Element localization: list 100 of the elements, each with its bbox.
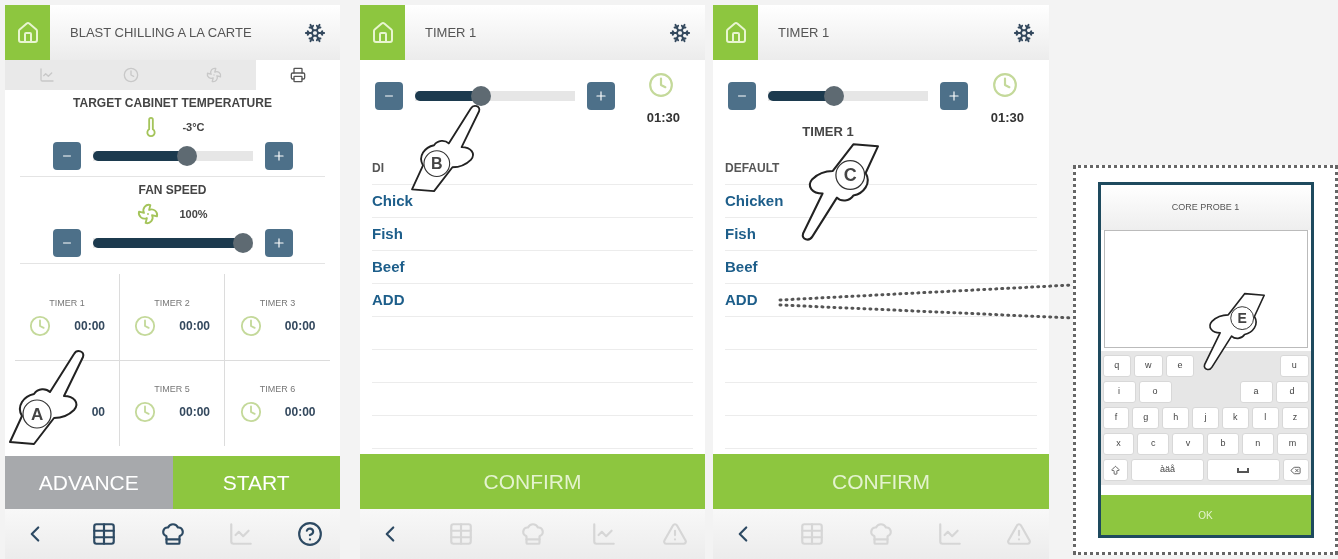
screen-title: TIMER 1: [778, 23, 831, 42]
list-heading: DEFAULT: [725, 160, 780, 177]
keyboard-key[interactable]: o: [1138, 381, 1172, 403]
keyboard-key[interactable]: v: [1172, 433, 1204, 455]
plus-button[interactable]: [940, 82, 968, 110]
backspace-icon: [1290, 464, 1302, 476]
list-heading: DI: [372, 160, 384, 177]
keyboard-key[interactable]: e: [1165, 355, 1195, 377]
warning-icon: [662, 521, 688, 547]
list-item[interactable]: Fish: [372, 222, 403, 246]
chef-hat-icon: [159, 521, 186, 547]
slider-thumb[interactable]: [176, 146, 197, 166]
snowflake-icon: [1013, 21, 1035, 44]
keyboard-key[interactable]: c: [1137, 433, 1170, 455]
list-item[interactable]: ADD: [725, 288, 758, 312]
list-item[interactable]: Fish: [725, 222, 756, 246]
list-item[interactable]: Beef: [372, 255, 405, 279]
chef-hat-icon: [519, 521, 546, 547]
plus-button[interactable]: [264, 142, 293, 170]
setting-reading: -3°C: [182, 119, 205, 135]
minus-button[interactable]: [375, 82, 403, 110]
timer-label: TIMER 1: [49, 296, 85, 309]
keyboard-key[interactable]: àäå: [1131, 459, 1204, 481]
keyboard-key[interactable]: x: [1102, 433, 1135, 455]
clock-icon: [134, 314, 156, 337]
keyboard-key[interactable]: g: [1132, 407, 1160, 429]
keyboard-key[interactable]: z: [1281, 407, 1309, 429]
home-button[interactable]: [360, 5, 405, 60]
home-button[interactable]: [713, 5, 758, 60]
home-icon: [723, 20, 748, 45]
plus-icon: [947, 89, 961, 103]
plus-button[interactable]: [587, 82, 615, 110]
section-title: FAN SPEED: [138, 182, 207, 199]
callout-letter: E: [1237, 311, 1247, 326]
slider-thumb[interactable]: [471, 86, 491, 106]
keyboard-key[interactable]: n: [1241, 433, 1274, 455]
plus-icon: [594, 89, 608, 103]
clock-icon: [992, 72, 1018, 98]
table-icon: [448, 521, 475, 547]
keyboard-key[interactable]: q: [1102, 355, 1132, 377]
list-item[interactable]: Chick: [372, 189, 413, 213]
table-icon: [90, 521, 117, 547]
space-bar-icon: [1237, 467, 1250, 473]
list-item[interactable]: Chicken: [725, 189, 784, 213]
clock-icon: [648, 72, 674, 98]
callout-letter: B: [431, 155, 443, 172]
minus-button[interactable]: [52, 229, 81, 257]
list-item[interactable]: Beef: [725, 255, 758, 279]
plus-icon: [271, 236, 286, 250]
timer-value: 00:00: [73, 317, 105, 335]
timer-value: 00:00: [283, 404, 316, 422]
dialog-title: CORE PROBE 1: [1171, 200, 1240, 214]
keyboard-key[interactable]: i: [1102, 381, 1136, 403]
keyboard-key[interactable]: f: [1102, 407, 1130, 429]
clock-icon: [122, 67, 139, 83]
home-button[interactable]: [5, 5, 50, 60]
snowflake-icon: [669, 21, 691, 44]
keyboard-key[interactable]: u: [1279, 355, 1309, 377]
keyboard-key[interactable]: b: [1207, 433, 1239, 455]
slider-thumb[interactable]: [232, 233, 253, 253]
fan-icon: [137, 203, 160, 225]
timer-label: TIMER 6: [259, 383, 296, 396]
keyboard-key[interactable]: k: [1221, 407, 1249, 429]
clock-icon: [239, 314, 262, 337]
plus-icon: [271, 149, 286, 163]
text-input-field[interactable]: [1103, 230, 1308, 288]
callout-letter: A: [30, 405, 44, 423]
timer-label: TIMER 2: [154, 296, 190, 309]
warning-icon: [1006, 521, 1032, 547]
timer-value: 00:00: [178, 404, 210, 422]
snowflake-icon: [304, 21, 326, 44]
keyboard-key[interactable]: m: [1276, 433, 1309, 455]
callout-letter: C: [843, 166, 857, 184]
table-icon: [799, 521, 825, 547]
minus-button[interactable]: [728, 82, 756, 110]
screen-title: TIMER 1: [425, 23, 478, 42]
timer-value: 00: [90, 404, 105, 422]
plus-button[interactable]: [264, 229, 293, 257]
help-icon: [297, 521, 323, 547]
keyboard-key[interactable]: [1207, 459, 1280, 481]
keyboard-key[interactable]: a: [1239, 381, 1273, 403]
keyboard-key[interactable]: j: [1192, 407, 1219, 429]
keyboard-key[interactable]: w: [1134, 355, 1163, 377]
minus-button[interactable]: [52, 142, 81, 170]
list-item[interactable]: ADD: [372, 288, 405, 312]
shift-icon: [1109, 464, 1121, 476]
home-icon: [15, 20, 40, 45]
setting-reading: 100%: [179, 206, 208, 222]
slider-thumb[interactable]: [824, 86, 844, 106]
timer-label: TIMER 5: [154, 383, 190, 396]
keyboard-key[interactable]: h: [1162, 407, 1190, 429]
timer-label: TIMER 3: [259, 296, 296, 309]
clock-icon: [29, 314, 51, 337]
timer-time: 01:30: [646, 109, 680, 127]
clock-icon: [239, 401, 262, 424]
line-chart-icon: [937, 521, 963, 547]
line-chart-icon: [228, 521, 255, 547]
keyboard-key[interactable]: d: [1275, 381, 1309, 403]
keyboard-key[interactable]: l: [1251, 407, 1279, 429]
clock-icon: [134, 401, 156, 424]
